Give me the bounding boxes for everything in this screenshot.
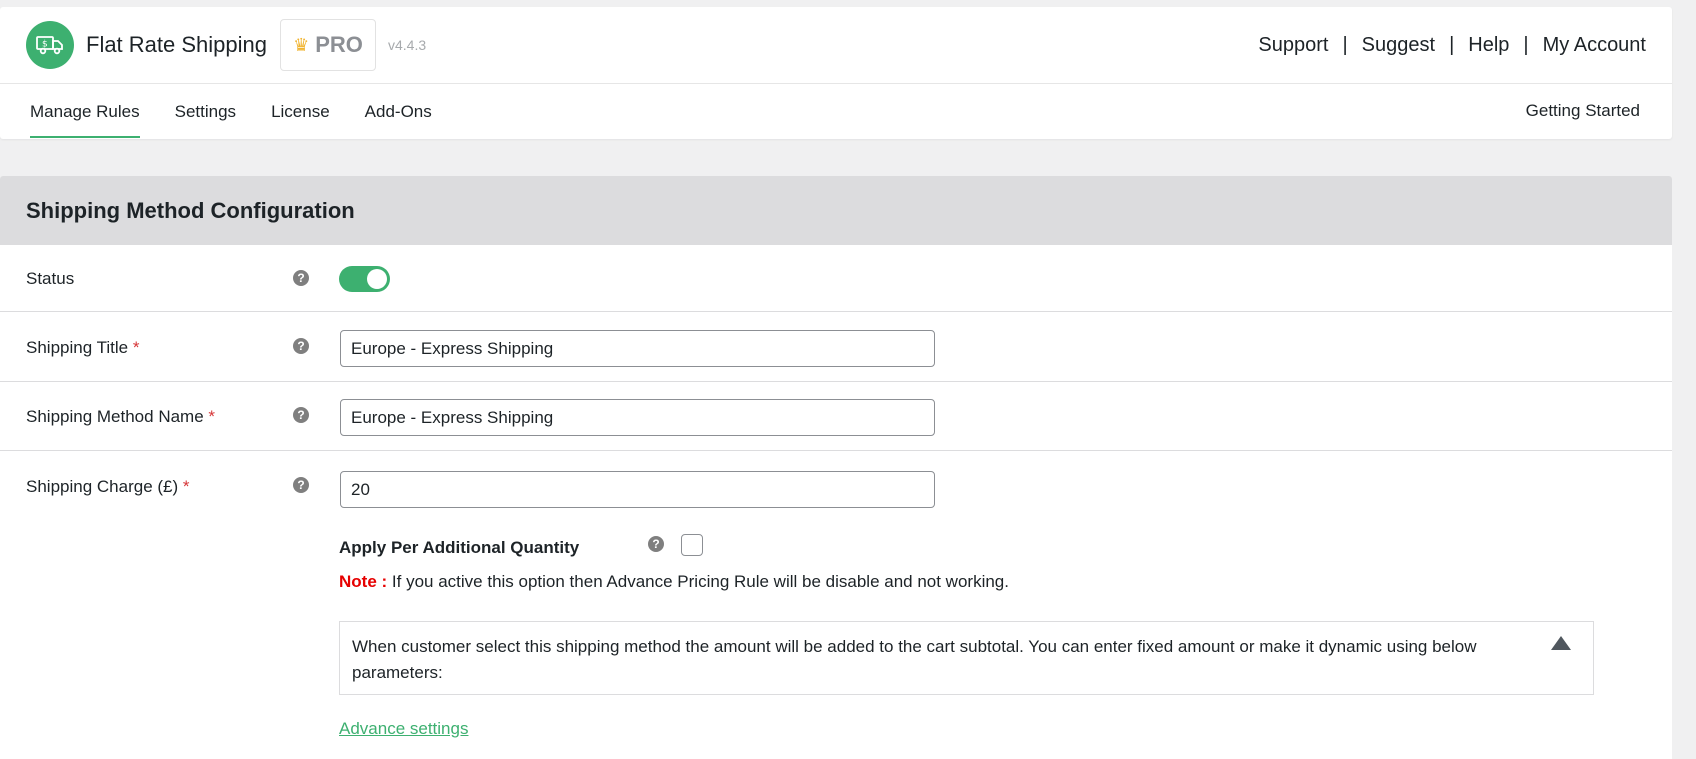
nav-tabs: Manage Rules Settings License Add-Ons Ge… [0, 84, 1672, 138]
link-separator: | [1523, 33, 1529, 56]
apply-per-qty-label: Apply Per Additional Quantity [339, 538, 580, 557]
tab-manage-rules[interactable]: Manage Rules [30, 84, 140, 138]
version-label: v4.4.3 [388, 37, 427, 53]
note-message: If you active this option then Advance P… [391, 572, 1009, 591]
required-mark: * [132, 338, 140, 357]
config-panel: Shipping Method Configuration Status ? S… [0, 176, 1672, 759]
link-separator: | [1449, 33, 1455, 56]
crown-icon: ♛ [293, 35, 310, 55]
section-title: Shipping Method Configuration [26, 197, 355, 223]
collapse-arrow-icon[interactable] [1551, 636, 1571, 650]
shipping-charge-row: Shipping Charge (£) * ? Apply Per Additi… [0, 451, 1672, 759]
info-box: When customer select this shipping metho… [339, 621, 1594, 695]
help-icon[interactable]: ? [648, 536, 664, 552]
help-icon[interactable]: ? [293, 338, 309, 354]
tab-add-ons[interactable]: Add-Ons [365, 84, 432, 138]
shipping-title-input[interactable] [340, 330, 935, 367]
section-header: Shipping Method Configuration [0, 176, 1672, 245]
pro-badge: ♛ PRO [280, 19, 376, 71]
note-text: Note : If you active this option then Ad… [339, 572, 1009, 592]
shipping-charge-label: Shipping Charge (£) * [26, 477, 190, 496]
getting-started-link[interactable]: Getting Started [1526, 84, 1640, 138]
info-text: When customer select this shipping metho… [352, 637, 1477, 682]
truck-icon: $ [26, 21, 74, 69]
shipping-title-row: Shipping Title * ? [0, 312, 1672, 382]
shipping-charge-input[interactable] [340, 471, 935, 508]
advance-settings-link[interactable]: Advance settings [339, 719, 468, 739]
help-icon[interactable]: ? [293, 270, 309, 286]
note-key: Note : [339, 572, 388, 591]
top-links: Support | Suggest | Help | My Account [1258, 34, 1646, 57]
method-name-label: Shipping Method Name * [26, 407, 216, 426]
required-mark: * [182, 477, 190, 496]
link-separator: | [1342, 33, 1348, 56]
support-link[interactable]: Support [1258, 34, 1328, 57]
method-name-input[interactable] [340, 399, 935, 436]
my-account-link[interactable]: My Account [1543, 34, 1646, 57]
tab-license[interactable]: License [271, 84, 330, 138]
shipping-title-label: Shipping Title * [26, 338, 140, 357]
help-icon[interactable]: ? [293, 407, 309, 423]
apply-per-qty-checkbox[interactable] [681, 534, 703, 556]
required-mark: * [208, 407, 216, 426]
pro-label: PRO [315, 32, 363, 57]
tab-settings[interactable]: Settings [175, 84, 236, 138]
status-row: Status ? [0, 245, 1672, 312]
suggest-link[interactable]: Suggest [1362, 34, 1435, 57]
svg-text:$: $ [42, 40, 48, 50]
help-link[interactable]: Help [1468, 34, 1509, 57]
plugin-header: $ Flat Rate Shipping ♛ PRO v4.4.3 Suppor… [0, 7, 1672, 139]
plugin-title: Flat Rate Shipping [86, 32, 267, 57]
method-name-row: Shipping Method Name * ? [0, 382, 1672, 451]
top-bar: $ Flat Rate Shipping ♛ PRO v4.4.3 Suppor… [0, 7, 1672, 84]
status-toggle[interactable] [339, 266, 390, 292]
status-label: Status [26, 269, 75, 288]
help-icon[interactable]: ? [293, 477, 309, 493]
